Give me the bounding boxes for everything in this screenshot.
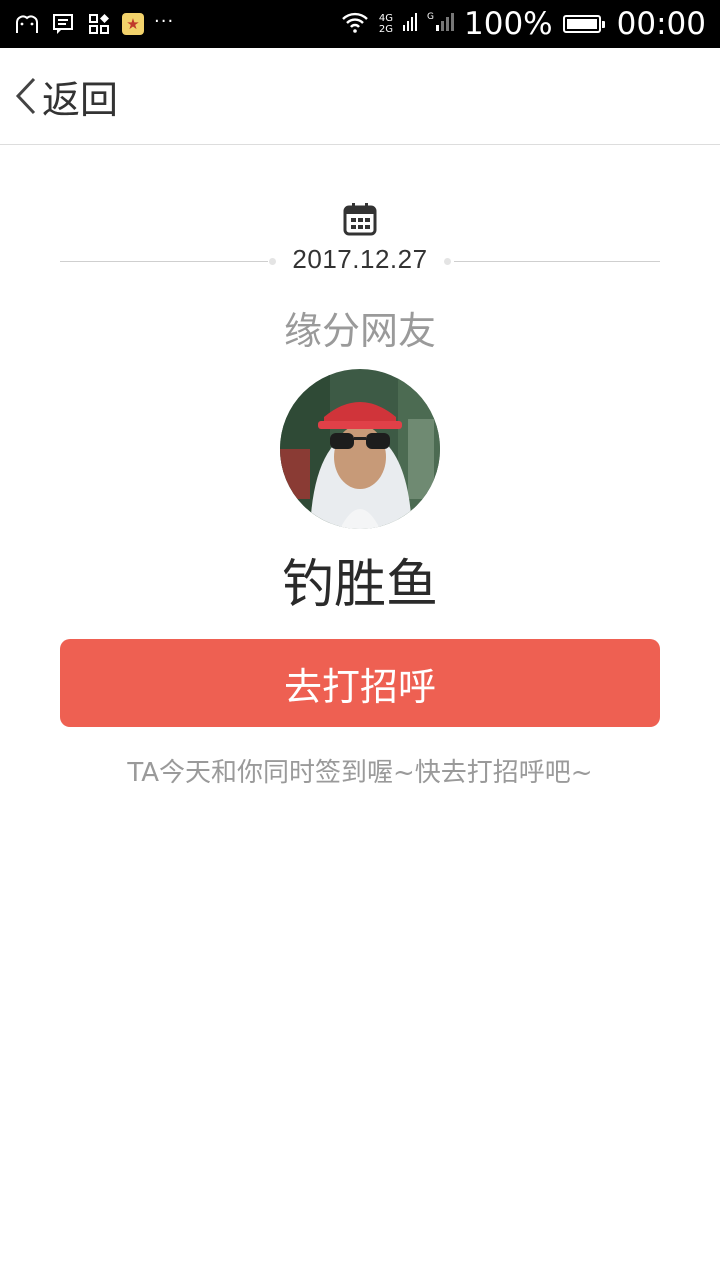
- wifi-icon: [341, 11, 369, 37]
- status-right-icons: 4G 2G G 100% 00:00: [341, 4, 706, 44]
- network-g: G: [427, 12, 435, 22]
- calendar-icon: [343, 203, 377, 236]
- signal-weak-icon: [436, 11, 455, 37]
- apps-icon: [86, 11, 112, 37]
- clock: 00:00: [616, 6, 706, 42]
- avatar[interactable]: [280, 369, 440, 529]
- message-icon: [50, 11, 76, 37]
- chevron-left-icon: [15, 77, 36, 115]
- hint-text: TA今天和你同时签到喔~快去打招呼吧~: [127, 758, 593, 788]
- nav-bar: 返回: [0, 48, 720, 145]
- network-type: 4G 2G: [379, 13, 393, 35]
- star-app-icon: ★: [122, 13, 144, 35]
- username: 钓胜鱼: [281, 555, 438, 615]
- battery-icon: [562, 15, 605, 33]
- battery-percent: 100%: [464, 6, 553, 42]
- divider-dot-right: [444, 258, 451, 265]
- divider-left: [60, 261, 268, 262]
- status-bar: ★ ··· 4G 2G G 100% 00:00: [0, 0, 720, 48]
- greet-button[interactable]: 去打招呼: [60, 639, 660, 727]
- network-4g: 4G: [378, 13, 394, 24]
- status-left-icons: ★ ···: [14, 10, 174, 38]
- back-button[interactable]: 返回: [14, 72, 118, 122]
- signal-icon: [403, 11, 418, 37]
- network-2g: 2G: [378, 24, 394, 35]
- more-notifications-icon: ···: [154, 10, 175, 32]
- ghost-icon: [14, 11, 40, 37]
- divider-right: [454, 261, 660, 262]
- back-label: 返回: [42, 77, 119, 122]
- match-subtitle: 缘分网友: [283, 309, 436, 353]
